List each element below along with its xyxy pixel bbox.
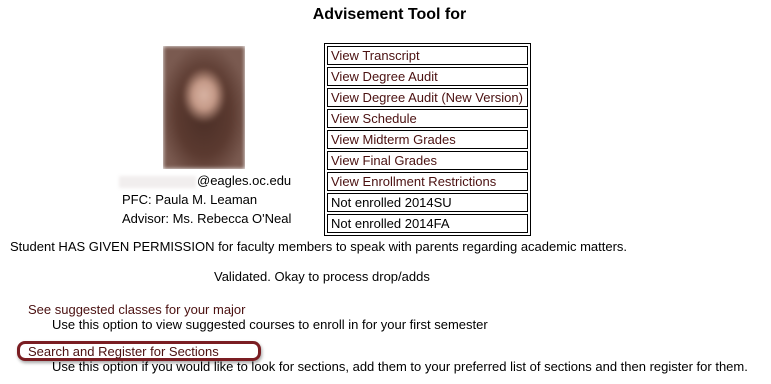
links-cell: View Degree Audit [327,67,528,86]
pfc-label: PFC: Paula M. Leaman [122,192,258,207]
view-final-grades-link[interactable]: View Final Grades [331,153,437,168]
page-title: Advisement Tool for [312,6,467,23]
links-cell: View Transcript [327,46,528,65]
student-links-table: View Transcript View Degree Audit View D… [324,43,531,236]
view-transcript-link[interactable]: View Transcript [331,48,420,63]
view-degree-audit-new-link[interactable]: View Degree Audit (New Version) [331,90,523,105]
links-cell: View Degree Audit (New Version) [327,88,528,107]
email-domain: @eagles.oc.edu [197,173,292,188]
redacted-email-name [119,175,196,188]
parent-permission-notice: Student HAS GIVEN PERMISSION for faculty… [10,239,628,254]
student-email: @eagles.oc.edu [119,172,291,190]
links-cell: View Schedule [327,109,528,128]
links-cell: View Enrollment Restrictions [327,172,528,191]
validation-status: Validated. Okay to process drop/adds [214,269,430,284]
view-enrollment-restrictions-link[interactable]: View Enrollment Restrictions [331,174,496,189]
suggested-classes-description: Use this option to view suggested course… [52,317,488,332]
view-degree-audit-link[interactable]: View Degree Audit [331,69,438,84]
enrollment-status-2014fa: Not enrolled 2014FA [327,214,528,233]
advisor-label: Advisor: Ms. Rebecca O'Neal [122,211,292,226]
student-photo [163,46,245,169]
search-register-description: Use this option if you would like to loo… [52,359,748,374]
links-cell: View Final Grades [327,151,528,170]
view-schedule-link[interactable]: View Schedule [331,111,417,126]
enrollment-status-2014su: Not enrolled 2014SU [327,193,528,212]
links-cell: View Midterm Grades [327,130,528,149]
view-midterm-grades-link[interactable]: View Midterm Grades [331,132,456,147]
